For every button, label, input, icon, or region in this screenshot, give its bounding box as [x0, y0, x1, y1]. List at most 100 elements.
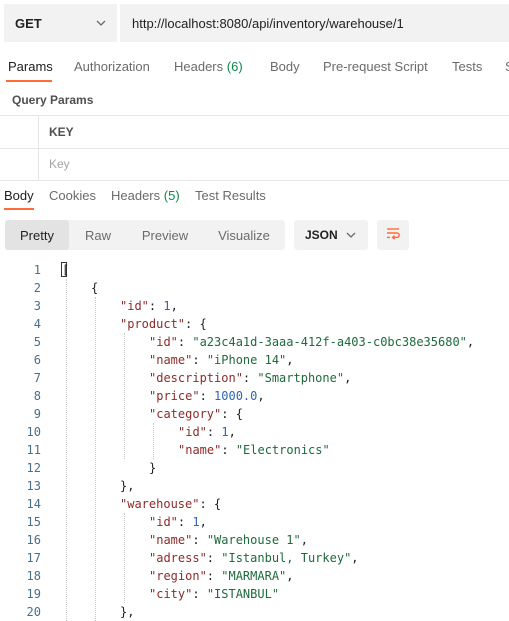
tab-label: Cookies	[49, 188, 96, 203]
active-tab-indicator	[4, 208, 34, 210]
method-label: GET	[15, 15, 42, 31]
json-key: "id"	[149, 515, 178, 529]
line-number: 4	[33, 317, 41, 331]
json-punctuation: ,	[300, 533, 308, 547]
line-number: 8	[33, 389, 41, 403]
json-number: 1	[221, 425, 229, 439]
code-line: 1[	[0, 261, 509, 279]
code-text: },	[120, 603, 134, 621]
json-string: "a23c4a1d-3aaa-412f-a403-c0bc38e35680"	[192, 335, 467, 349]
json-string: "Smartphone"	[257, 371, 345, 385]
json-punctuation: :	[192, 533, 207, 547]
format-select[interactable]: JSON	[294, 220, 368, 250]
query-params-table: KEY Key	[0, 115, 509, 181]
code-text: "name": "Electronics"	[178, 441, 330, 459]
json-punctuation: ,	[199, 515, 207, 529]
tab-params[interactable]: Params	[8, 59, 53, 74]
tab-authorization[interactable]: Authorization	[74, 59, 150, 74]
method-select[interactable]: GET	[4, 4, 118, 42]
code-text: "description": "Smartphone",	[149, 369, 351, 387]
json-key: "id"	[178, 425, 207, 439]
code-line: 6 "name": "iPhone 14",	[0, 351, 509, 369]
request-bar: GET http://localhost:8080/api/inventory/…	[4, 4, 509, 42]
json-number: 1	[163, 299, 171, 313]
tab-response-body[interactable]: Body	[4, 188, 34, 203]
tab-body[interactable]: Body	[270, 59, 300, 74]
format-label: JSON	[305, 228, 338, 242]
json-punctuation: :	[192, 587, 207, 601]
tab-settings[interactable]: S	[505, 59, 509, 74]
json-string: "Electronics"	[235, 443, 330, 457]
code-text: },	[120, 477, 134, 495]
tab-label: Tests	[452, 59, 483, 74]
json-punctuation: ,	[170, 299, 178, 313]
view-visualize-button[interactable]: Visualize	[203, 220, 285, 250]
code-line: 13},	[0, 477, 509, 495]
code-text: "product": {	[120, 315, 207, 333]
table-header-row: KEY	[0, 116, 509, 149]
tab-label: Headers	[111, 188, 161, 203]
request-tabs: Params Authorization Headers (6) Body Pr…	[0, 52, 509, 82]
json-key: "description"	[149, 371, 243, 385]
json-punctuation: :	[199, 389, 215, 403]
tab-pre-request-script[interactable]: Pre-request Script	[323, 59, 428, 74]
code-line: 2{	[0, 279, 509, 297]
json-key: "product"	[120, 317, 186, 331]
code-text: "region": "MARMARA",	[149, 567, 294, 585]
tab-label: Authorization	[74, 59, 150, 74]
view-pretty-button[interactable]: Pretty	[5, 220, 69, 250]
json-punctuation: },	[120, 479, 135, 493]
json-punctuation: ,	[286, 353, 294, 367]
response-tabs: Body Cookies Headers (5) Test Results	[0, 184, 509, 210]
code-line: 16 "name": "Warehouse 1",	[0, 531, 509, 549]
json-number: 1	[192, 515, 200, 529]
json-punctuation: :	[206, 569, 222, 583]
json-key: "warehouse"	[120, 497, 200, 511]
code-text: "name": "iPhone 14",	[149, 351, 294, 369]
key-column-header: KEY	[49, 125, 74, 139]
json-number: 1000.0	[214, 389, 258, 403]
code-text: {	[91, 279, 98, 297]
json-key: "name"	[178, 443, 222, 457]
line-number: 3	[33, 299, 41, 313]
tab-label: S	[505, 59, 509, 74]
json-key: "city"	[149, 587, 193, 601]
json-string: "Warehouse 1"	[206, 533, 301, 547]
json-punctuation: ,	[286, 569, 294, 583]
code-text: "name": "Warehouse 1",	[149, 531, 308, 549]
json-key: "id"	[120, 299, 149, 313]
active-tab-indicator	[6, 80, 52, 82]
code-text: "id": "a23c4a1d-3aaa-412f-a403-c0bc38e35…	[149, 333, 474, 351]
view-preview-button[interactable]: Preview	[127, 220, 203, 250]
tab-count: (5)	[163, 188, 180, 203]
tab-label: Test Results	[195, 188, 266, 203]
line-number: 17	[26, 551, 41, 565]
line-number: 13	[26, 479, 41, 493]
key-input[interactable]: Key	[49, 157, 70, 171]
code-line: 15 "id": 1,	[0, 513, 509, 531]
chevron-down-icon	[345, 229, 357, 241]
tab-test-results[interactable]: Test Results	[195, 188, 266, 203]
json-string: "iPhone 14"	[206, 353, 287, 367]
wrap-lines-button[interactable]	[377, 220, 409, 250]
response-body-editor[interactable]: 1[2{3 "id": 1, 4 "product": {5 "id": "a23c4a…	[0, 261, 509, 621]
code-line: 11 "name": "Electronics"	[0, 441, 509, 459]
view-raw-button[interactable]: Raw	[69, 220, 127, 250]
tab-headers[interactable]: Headers (6)	[174, 59, 243, 74]
tab-label: Body	[4, 188, 34, 203]
json-punctuation: ,	[351, 551, 359, 565]
code-text: "price": 1000.0,	[149, 387, 265, 405]
json-punctuation: ,	[466, 335, 475, 349]
json-punctuation: : {	[221, 407, 243, 421]
line-number: 14	[26, 497, 41, 511]
tab-response-headers[interactable]: Headers (5)	[111, 188, 180, 203]
json-punctuation: :	[206, 425, 222, 439]
code-text: "id": 1,	[178, 423, 236, 441]
json-punctuation: :	[177, 515, 193, 529]
tab-tests[interactable]: Tests	[452, 59, 482, 74]
url-input[interactable]: http://localhost:8080/api/inventory/ware…	[120, 4, 509, 42]
tab-cookies[interactable]: Cookies	[49, 188, 96, 203]
view-mode-group: Pretty Raw Preview Visualize	[5, 220, 285, 250]
row-checkbox-cell[interactable]	[0, 149, 39, 181]
code-text: "category": {	[149, 405, 243, 423]
